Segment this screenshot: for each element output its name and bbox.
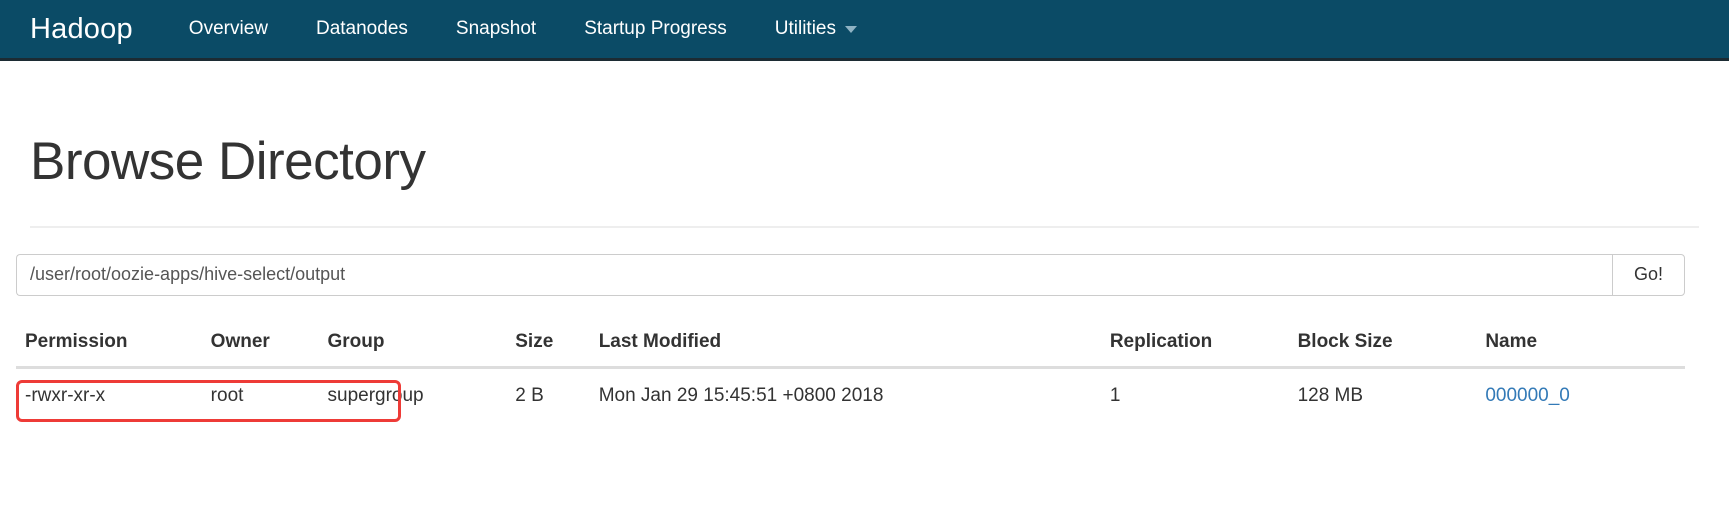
nav-item-datanodes[interactable]: Datanodes [316, 18, 408, 40]
nav-item-overview[interactable]: Overview [189, 18, 268, 40]
nav-item-overview-label: Overview [188, 18, 268, 39]
column-header-name[interactable]: Name [1476, 321, 1685, 369]
title-divider [30, 225, 1699, 228]
nav-item-startup-progress-label: Startup Progress [584, 18, 727, 39]
table-head: Permission Owner Group Size Last Modifie… [16, 321, 1685, 369]
main-content: Browse Directory Go! Permission Owner Gr… [0, 134, 1729, 423]
column-header-permission[interactable]: Permission [16, 321, 202, 369]
column-header-owner[interactable]: Owner [201, 321, 319, 369]
cell-permission: -rwxr-xr-x [16, 366, 202, 423]
column-header-group[interactable]: Group [318, 321, 507, 369]
directory-listing-table: Permission Owner Group Size Last Modifie… [16, 321, 1685, 423]
path-input-group: Go! [16, 253, 1685, 296]
nav-items: Overview Datanodes Snapshot Startup Prog… [189, 18, 857, 40]
go-button[interactable]: Go! [1612, 253, 1685, 296]
brand-hadoop[interactable]: Hadoop [30, 13, 133, 46]
chevron-down-icon [845, 25, 857, 33]
cell-block-size: 128 MB [1288, 366, 1477, 423]
nav-item-snapshot[interactable]: Snapshot [456, 18, 536, 40]
nav-item-utilities-label: Utilities [774, 18, 836, 39]
cell-replication: 1 [1100, 366, 1289, 423]
column-header-size[interactable]: Size [506, 321, 590, 369]
column-header-block-size[interactable]: Block Size [1288, 321, 1477, 369]
page-title: Browse Directory [30, 132, 426, 191]
file-name-link[interactable]: 000000_0 [1485, 385, 1570, 406]
cell-owner: root [201, 366, 319, 423]
nav-item-utilities[interactable]: Utilities [775, 18, 857, 40]
cell-name: 000000_0 [1476, 366, 1685, 423]
nav-item-startup-progress[interactable]: Startup Progress [584, 18, 727, 40]
column-header-replication[interactable]: Replication [1100, 321, 1289, 369]
path-input[interactable] [16, 253, 1612, 296]
cell-group: supergroup [318, 366, 507, 423]
table-body: -rwxr-xr-x root supergroup 2 B Mon Jan 2… [16, 366, 1685, 423]
top-navbar: Hadoop Overview Datanodes Snapshot Start… [0, 0, 1729, 61]
column-header-last-modified[interactable]: Last Modified [589, 321, 1101, 369]
nav-item-datanodes-label: Datanodes [315, 18, 408, 39]
table-header-row: Permission Owner Group Size Last Modifie… [16, 321, 1685, 369]
cell-size: 2 B [506, 366, 590, 423]
cell-last-modified: Mon Jan 29 15:45:51 +0800 2018 [589, 366, 1101, 423]
nav-item-snapshot-label: Snapshot [455, 18, 537, 39]
table-row: -rwxr-xr-x root supergroup 2 B Mon Jan 2… [16, 366, 1685, 423]
